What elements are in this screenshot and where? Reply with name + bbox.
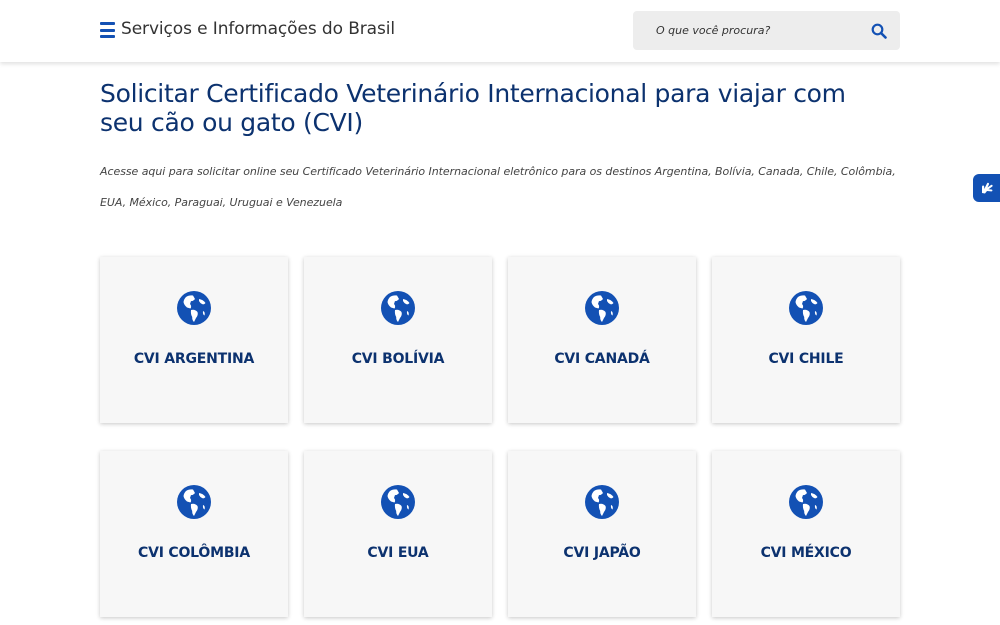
card-cvi-chile[interactable]: CVI CHILE	[712, 257, 900, 423]
search-input[interactable]	[633, 11, 868, 50]
globe-icon	[177, 291, 211, 325]
card-label: CVI BOLÍVIA	[351, 351, 445, 367]
card-label: CVI MÉXICO	[760, 545, 852, 561]
site-title[interactable]: Serviços e Informações do Brasil	[121, 19, 395, 39]
globe-icon	[585, 485, 619, 519]
globe-icon	[585, 291, 619, 325]
card-label: CVI ARGENTINA	[133, 351, 255, 367]
card-cvi-colombia[interactable]: CVI COLÔMBIA	[100, 451, 288, 617]
card-cvi-argentina[interactable]: CVI ARGENTINA	[100, 257, 288, 423]
card-label: CVI CANADÁ	[554, 351, 650, 367]
globe-icon	[177, 485, 211, 519]
page-description: Acesse aqui para solicitar online seu Ce…	[100, 165, 896, 209]
card-cvi-japao[interactable]: CVI JAPÃO	[508, 451, 696, 617]
card-label: CVI COLÔMBIA	[138, 545, 250, 561]
globe-icon	[381, 291, 415, 325]
search-icon[interactable]	[871, 23, 887, 39]
site-header: Serviços e Informações do Brasil	[0, 0, 1000, 62]
page-title: Solicitar Certificado Veterinário Intern…	[100, 79, 846, 137]
vlibras-hands-icon	[981, 182, 993, 194]
vlibras-accessibility-button[interactable]	[973, 174, 1000, 202]
globe-icon	[789, 291, 823, 325]
card-cvi-mexico[interactable]: CVI MÉXICO	[712, 451, 900, 617]
search-box	[633, 11, 900, 50]
card-cvi-bolivia[interactable]: CVI BOLÍVIA	[304, 257, 492, 423]
card-label: CVI JAPÃO	[563, 545, 641, 561]
globe-icon	[789, 485, 823, 519]
card-cvi-eua[interactable]: CVI EUA	[304, 451, 492, 617]
card-label: CVI EUA	[367, 545, 429, 561]
card-cvi-canada[interactable]: CVI CANADÁ	[508, 257, 696, 423]
globe-icon	[381, 485, 415, 519]
hamburger-menu-icon[interactable]	[100, 22, 115, 38]
card-label: CVI CHILE	[768, 351, 844, 367]
